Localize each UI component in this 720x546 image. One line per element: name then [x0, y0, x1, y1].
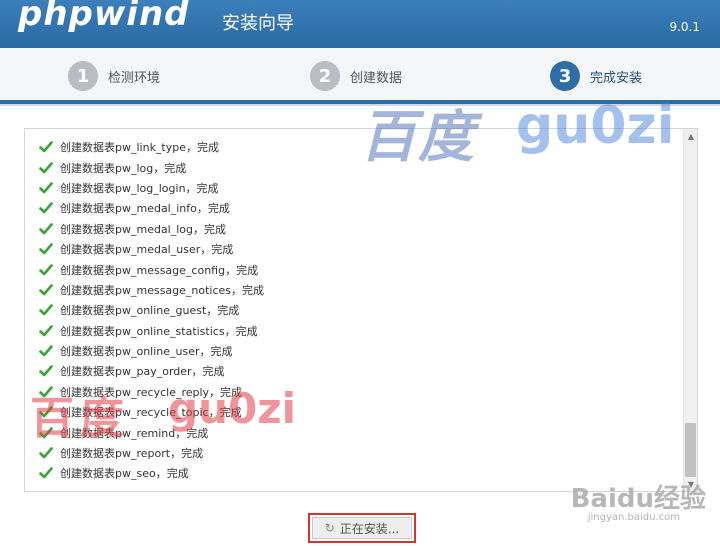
check-icon — [39, 263, 53, 275]
check-icon — [39, 182, 53, 194]
check-icon — [39, 467, 53, 479]
step-check-environment: 1 检测环境 — [68, 60, 160, 92]
check-icon — [39, 202, 53, 214]
log-text: 创建数据表pw_medal_user，完成 — [60, 243, 234, 257]
baidu-jingyan-url: jingyan.baidu.com — [587, 512, 680, 523]
check-icon — [39, 243, 53, 255]
check-icon — [39, 161, 53, 173]
log-text: 创建数据表pw_online_statistics，完成 — [60, 324, 258, 338]
check-icon — [39, 284, 53, 296]
installing-button-highlight: ↻ 正在安装... — [308, 513, 416, 543]
loading-spinner-icon: ↻ — [324, 521, 335, 535]
watermark-username: gu0zi — [516, 96, 675, 156]
log-row: 创建数据表pw_online_guest，完成 — [39, 300, 264, 320]
log-row: 创建数据表pw_online_user，完成 — [39, 341, 264, 361]
log-scrollbar[interactable]: ▲ ▼ — [683, 129, 697, 491]
log-row: 创建数据表pw_log_login，完成 — [39, 178, 264, 198]
log-row: 创建数据表pw_online_statistics，完成 — [39, 321, 264, 341]
scrollbar-thumb[interactable] — [685, 423, 696, 477]
watermark-baidu-script: 百度 — [360, 104, 476, 170]
step-number: 1 — [68, 61, 98, 91]
check-icon — [39, 365, 53, 377]
log-text: 创建数据表pw_message_config，完成 — [60, 263, 259, 277]
scroll-up-arrow-icon[interactable]: ▲ — [684, 129, 697, 143]
watermark-username-red: gu0zi — [168, 384, 297, 433]
installing-button[interactable]: ↻ 正在安装... — [312, 517, 412, 539]
log-text: 创建数据表pw_link_type，完成 — [60, 141, 220, 155]
log-text: 创建数据表pw_online_user，完成 — [60, 345, 233, 359]
step-number: 3 — [550, 61, 580, 91]
check-icon — [39, 345, 53, 357]
log-text: 创建数据表pw_online_guest，完成 — [60, 304, 240, 318]
log-text: 创建数据表pw_medal_info，完成 — [60, 202, 230, 216]
log-text: 创建数据表pw_medal_log，完成 — [60, 222, 227, 236]
log-row: 创建数据表pw_seo，完成 — [39, 463, 264, 483]
step-label: 完成安装 — [590, 70, 643, 86]
log-text: 创建数据表pw_log，完成 — [60, 161, 187, 175]
check-icon — [39, 141, 53, 153]
log-row: 创建数据表pw_medal_user，完成 — [39, 239, 264, 259]
log-row: 创建数据表pw_message_notices，完成 — [39, 280, 264, 300]
log-text: 创建数据表pw_message_notices，完成 — [60, 283, 265, 297]
version-label: 9.0.1 — [669, 20, 700, 34]
log-row: 创建数据表pw_link_type，完成 — [39, 137, 264, 157]
page-title: 安装向导 — [222, 13, 294, 34]
phpwind-logo: phpwind — [18, 0, 190, 34]
step-number: 2 — [310, 61, 340, 91]
log-text: 创建数据表pw_seo，完成 — [60, 467, 189, 481]
check-icon — [39, 324, 53, 337]
log-row: 创建数据表pw_message_config，完成 — [39, 259, 264, 279]
log-text: 创建数据表pw_report，完成 — [60, 447, 204, 461]
step-label: 创建数据 — [350, 70, 403, 86]
log-row: 创建数据表pw_pay_order，完成 — [39, 361, 264, 381]
check-icon — [39, 447, 53, 459]
log-text: 创建数据表pw_log_login，完成 — [60, 181, 219, 195]
log-text: 创建数据表pw_pay_order，完成 — [60, 365, 225, 379]
log-row: 创建数据表pw_medal_info，完成 — [39, 198, 264, 218]
log-row: 创建数据表pw_log，完成 — [39, 157, 264, 177]
step-create-data: 2 创建数据 — [310, 60, 402, 92]
step-finish-install: 3 完成安装 — [550, 60, 642, 92]
baidu-jingyan-logo: Baidu经验 — [570, 484, 706, 514]
step-label: 检测环境 — [108, 70, 161, 86]
installing-button-label: 正在安装... — [339, 521, 400, 536]
header-bar: phpwind 安装向导 9.0.1 — [0, 0, 720, 48]
log-row: 创建数据表pw_medal_log，完成 — [39, 219, 264, 239]
watermark-baidu-red: 百度 — [30, 393, 130, 444]
check-icon — [39, 222, 53, 235]
check-icon — [39, 304, 53, 316]
